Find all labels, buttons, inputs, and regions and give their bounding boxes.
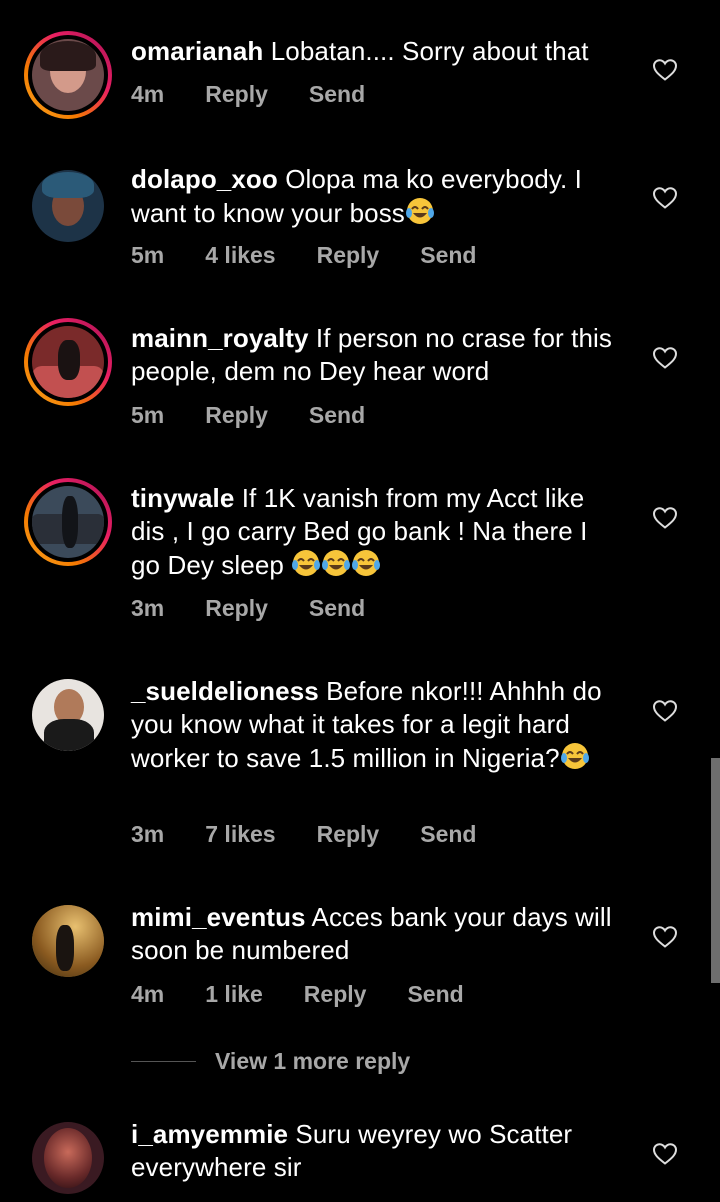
comment-time: 4m (131, 81, 165, 107)
comment-username[interactable]: dolapo_xoo (131, 164, 278, 194)
avatar-image (32, 39, 104, 111)
comment-meta: 5m Reply Send (131, 402, 365, 429)
scrollbar-thumb[interactable] (711, 758, 720, 983)
face-with-tears-of-joy-emoji (560, 743, 589, 769)
send-button[interactable]: Send (309, 402, 365, 429)
heart-outline-icon[interactable] (652, 1142, 678, 1166)
reply-button[interactable]: Reply (205, 81, 268, 108)
face-with-tears-of-joy-emoji (352, 550, 381, 576)
likes-count[interactable]: 1 like (205, 981, 263, 1008)
comment-username[interactable]: omarianah (131, 36, 263, 66)
avatar[interactable] (24, 318, 112, 406)
comment-meta: 3m 7 likes Reply Send (131, 821, 476, 848)
view-more-replies-label: View 1 more reply (215, 1048, 411, 1074)
comment-text: omarianah Lobatan.... Sorry about that (131, 35, 621, 68)
comment-time: 3m (131, 821, 165, 847)
avatar[interactable] (24, 1114, 112, 1202)
avatar[interactable] (24, 897, 112, 985)
avatar[interactable] (24, 671, 112, 759)
likes-count[interactable]: 4 likes (205, 242, 275, 269)
reply-button[interactable]: Reply (317, 242, 380, 269)
comment-meta: 4m Reply Send (131, 81, 365, 108)
comment-text: mimi_eventus Acces bank your days will s… (131, 901, 621, 967)
avatar-image (32, 486, 104, 558)
comment-time: 5m (131, 242, 165, 268)
comment-body: Lobatan.... Sorry about that (263, 36, 589, 66)
likes-count[interactable]: 7 likes (205, 821, 275, 848)
send-button[interactable]: Send (407, 981, 463, 1008)
heart-outline-icon[interactable] (652, 699, 678, 723)
comment-username[interactable]: _sueldelioness (131, 676, 319, 706)
comment-meta: 3m Reply Send (131, 595, 365, 622)
comment-meta: 4m 1 like Reply Send (131, 981, 464, 1008)
reply-button[interactable]: Reply (205, 595, 268, 622)
avatar-image (32, 905, 104, 977)
avatar[interactable] (24, 31, 112, 119)
avatar-image (32, 326, 104, 398)
reply-button[interactable]: Reply (317, 821, 380, 848)
comment-username[interactable]: mainn_royalty (131, 323, 309, 353)
send-button[interactable]: Send (420, 242, 476, 269)
comment-time: 3m (131, 595, 165, 621)
avatar-image (32, 1122, 104, 1194)
reply-button[interactable]: Reply (205, 402, 268, 429)
comment-time: 4m (131, 981, 165, 1007)
face-with-tears-of-joy-emoji (322, 550, 351, 576)
comment-text: mainn_royalty If person no crase for thi… (131, 322, 621, 388)
comment-text: _sueldelioness Before nkor!!! Ahhhh do y… (131, 675, 621, 775)
send-button[interactable]: Send (309, 81, 365, 108)
comment-text: dolapo_xoo Olopa ma ko everybody. I want… (131, 163, 621, 230)
comment-username[interactable]: tinywale (131, 483, 234, 513)
comment-text: i_amyemmie Suru weyrey wo Scatter everyw… (131, 1118, 621, 1184)
reply-button[interactable]: Reply (304, 981, 367, 1008)
heart-outline-icon[interactable] (652, 58, 678, 82)
send-button[interactable]: Send (420, 821, 476, 848)
comment-time: 5m (131, 402, 165, 428)
comment-meta: 5m 4 likes Reply Send (131, 242, 476, 269)
avatar-image (32, 679, 104, 751)
comment-username[interactable]: mimi_eventus (131, 902, 306, 932)
send-button[interactable]: Send (309, 595, 365, 622)
avatar-image (32, 170, 104, 242)
avatar[interactable] (24, 162, 112, 250)
divider-line (131, 1061, 196, 1062)
face-with-tears-of-joy-emoji (405, 198, 434, 224)
avatar[interactable] (24, 478, 112, 566)
heart-outline-icon[interactable] (652, 925, 678, 949)
comment-username[interactable]: i_amyemmie (131, 1119, 288, 1149)
heart-outline-icon[interactable] (652, 186, 678, 210)
view-more-replies-button[interactable]: View 1 more reply (131, 1048, 410, 1075)
heart-outline-icon[interactable] (652, 506, 678, 530)
comment-text: tinywale If 1K vanish from my Acct like … (131, 482, 621, 582)
heart-outline-icon[interactable] (652, 346, 678, 370)
face-with-tears-of-joy-emoji (292, 550, 321, 576)
